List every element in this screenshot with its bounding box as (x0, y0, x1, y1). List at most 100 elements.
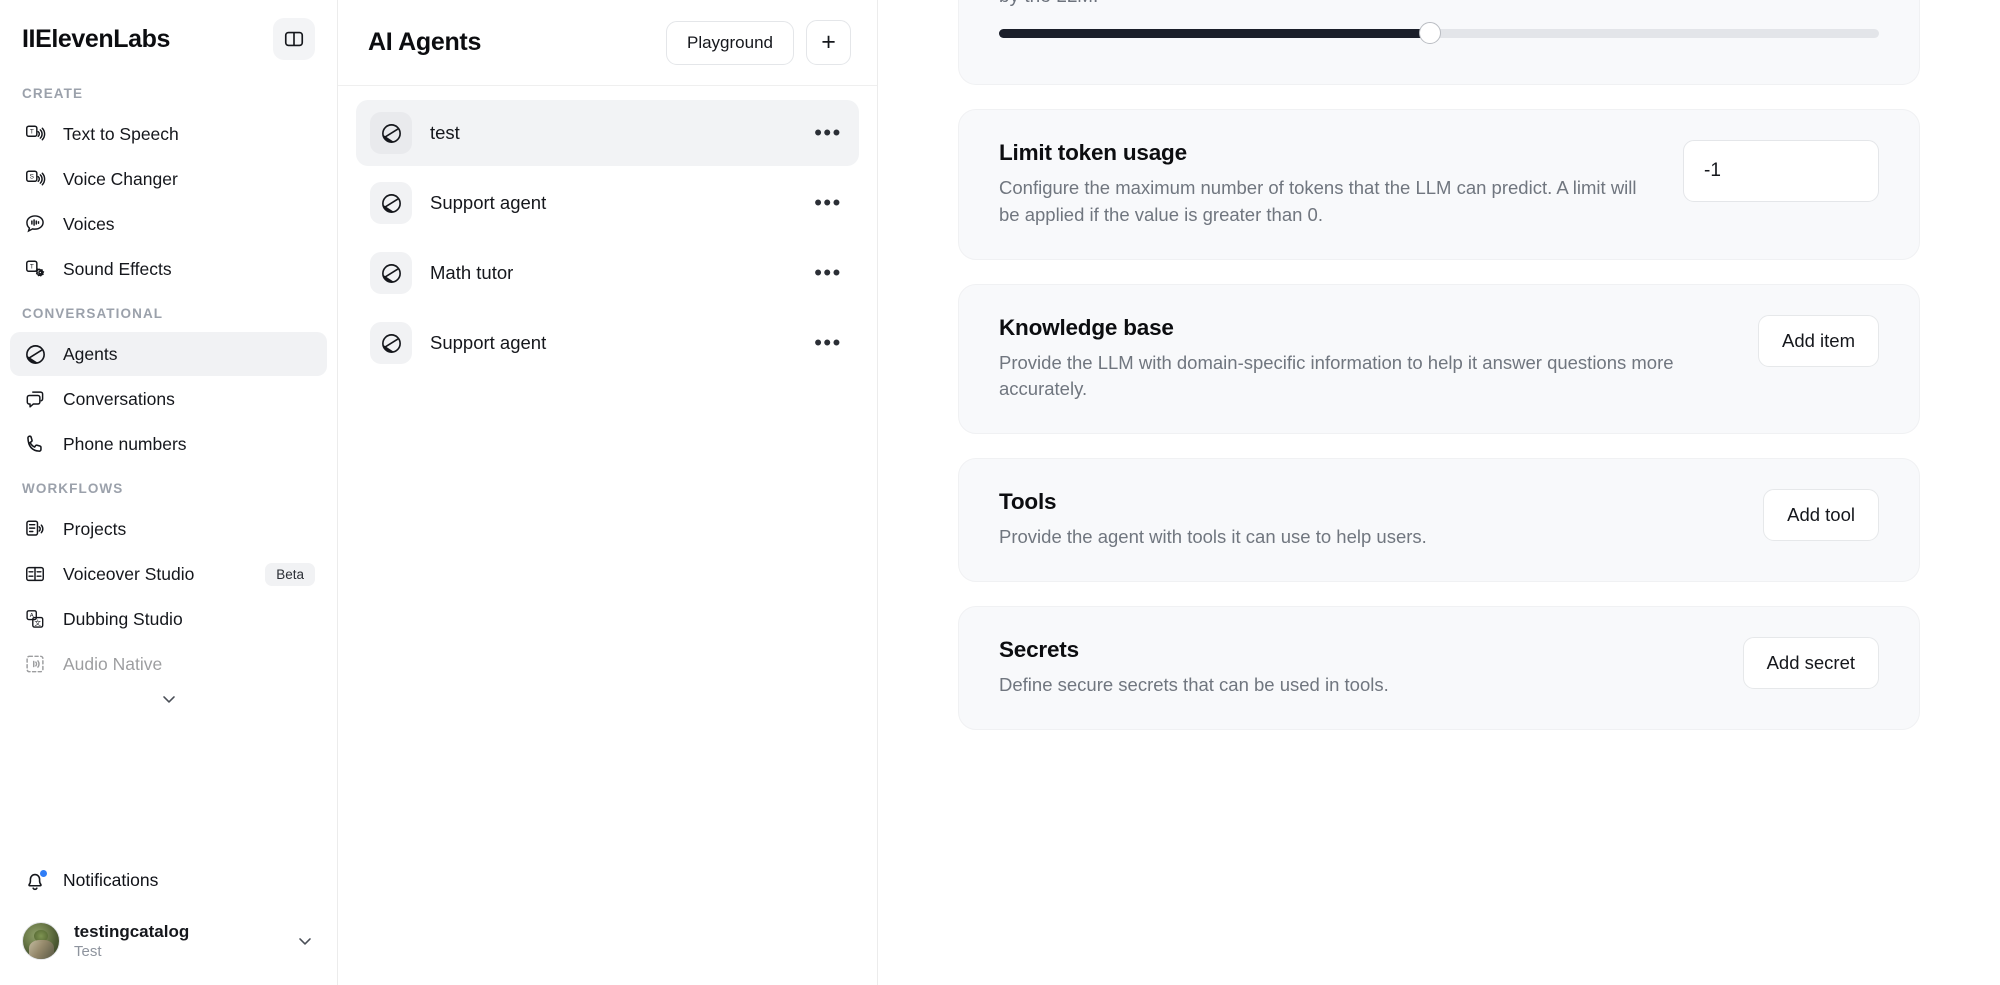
agent-settings-panel: by the LLM. Limit token usage Configure … (878, 0, 2000, 985)
agent-list-item[interactable]: Math tutor ••• (356, 240, 859, 306)
agents-list: test ••• Support agent ••• (338, 86, 877, 376)
agent-options-icon[interactable]: ••• (811, 118, 845, 148)
panel-toggle-button[interactable] (273, 18, 315, 60)
sidebar-item-voice-changer[interactable]: S Voice Changer (10, 157, 327, 201)
agent-options-icon[interactable]: ••• (811, 328, 845, 358)
token-limit-input[interactable] (1683, 140, 1879, 202)
notification-unread-dot (39, 869, 48, 878)
settings-card-scrolled: by the LLM. (958, 0, 1920, 85)
agents-panel-header: AI Agents Playground + (338, 0, 877, 86)
svg-text:S: S (30, 173, 34, 180)
agent-list-item[interactable]: test ••• (356, 100, 859, 166)
card-title: Tools (999, 489, 1723, 515)
agent-circle-icon (370, 252, 412, 294)
agent-name: Math tutor (430, 262, 513, 284)
add-secret-button[interactable]: Add secret (1743, 637, 1879, 689)
sidebar-item-label: Audio Native (63, 654, 162, 675)
settings-card-secrets: Secrets Define secure secrets that can b… (958, 606, 1920, 730)
card-description: Provide the agent with tools it can use … (999, 524, 1723, 551)
settings-card-limit-token-usage: Limit token usage Configure the maximum … (958, 109, 1920, 260)
app-root: IIElevenLabs CREATE T (0, 0, 2000, 985)
sidebar-item-dubbing-studio[interactable]: A 文 Dubbing Studio (10, 597, 327, 641)
card-description: Define secure secrets that can be used i… (999, 672, 1703, 699)
sidebar-item-agents[interactable]: Agents (10, 332, 327, 376)
agent-list-item[interactable]: Support agent ••• (356, 170, 859, 236)
add-tool-button[interactable]: Add tool (1763, 489, 1879, 541)
sidebar-item-voiceover-studio[interactable]: Voiceover Studio Beta (10, 552, 327, 596)
agent-name: Support agent (430, 192, 546, 214)
agent-circle-icon (370, 112, 412, 154)
sidebar-scroll-fade (0, 796, 336, 854)
agent-options-icon[interactable]: ••• (811, 258, 845, 288)
slider-track[interactable] (999, 29, 1879, 38)
agents-panel: AI Agents Playground + test ••• (338, 0, 878, 985)
sidebar-item-label: Phone numbers (63, 434, 187, 455)
agent-options-icon[interactable]: ••• (811, 188, 845, 218)
user-meta: testingcatalog Test (74, 922, 189, 961)
card-control: Add secret (1743, 637, 1879, 689)
card-control (1683, 140, 1879, 202)
agent-name: Support agent (430, 332, 546, 354)
card-text: Tools Provide the agent with tools it ca… (999, 489, 1723, 551)
agent-circle-icon (370, 182, 412, 224)
sidebar-item-label: Text to Speech (63, 124, 179, 145)
settings-card-knowledge-base: Knowledge base Provide the LLM with doma… (958, 284, 1920, 435)
sidebar-item-phone-numbers[interactable]: Phone numbers (10, 422, 327, 466)
sidebar-header: IIElevenLabs (0, 0, 337, 66)
sidebar-item-projects[interactable]: Projects (10, 507, 327, 551)
card-control: Add item (1758, 315, 1879, 367)
chevron-down-icon (159, 689, 179, 709)
card-control: Add tool (1763, 489, 1879, 541)
user-workspace: Test (74, 943, 189, 961)
card-text: Secrets Define secure secrets that can b… (999, 637, 1703, 699)
svg-text:文: 文 (35, 618, 42, 627)
notifications-label: Notifications (63, 870, 158, 891)
slider-thumb[interactable] (1419, 22, 1441, 44)
add-agent-button[interactable]: + (806, 20, 851, 65)
sidebar-item-label: Agents (63, 344, 117, 365)
sidebar-expand-button[interactable] (0, 687, 337, 715)
card-description: Configure the maximum number of tokens t… (999, 175, 1643, 229)
llm-slider[interactable] (999, 28, 1879, 54)
voices-icon (22, 211, 48, 237)
agent-name: test (430, 122, 460, 144)
sidebar-group-label-create: CREATE (0, 72, 337, 111)
conversations-icon (22, 386, 48, 412)
agent-circle-icon (22, 341, 48, 367)
agent-list-item[interactable]: Support agent ••• (356, 310, 859, 376)
sidebar-item-audio-native[interactable]: Audio Native (10, 642, 327, 686)
sidebar-group-label-workflows: WORKFLOWS (0, 467, 337, 506)
sidebar-item-voices[interactable]: Voices (10, 202, 327, 246)
svg-text:T: T (30, 128, 34, 135)
sidebar: IIElevenLabs CREATE T (0, 0, 338, 985)
settings-card-tools: Tools Provide the agent with tools it ca… (958, 458, 1920, 582)
user-name: testingcatalog (74, 922, 189, 943)
page-title: AI Agents (368, 28, 481, 57)
notifications-button[interactable]: Notifications (10, 858, 327, 904)
sidebar-footer: Notifications testingcatalog Test (0, 854, 337, 985)
sidebar-item-conversations[interactable]: Conversations (10, 377, 327, 421)
audio-native-icon (22, 651, 48, 677)
add-item-button[interactable]: Add item (1758, 315, 1879, 367)
sidebar-item-label: Voiceover Studio (63, 564, 194, 585)
svg-text:T: T (30, 263, 34, 270)
sidebar-item-sound-effects[interactable]: T Sound Effects (10, 247, 327, 291)
sidebar-item-text-to-speech[interactable]: T Text to Speech (10, 112, 327, 156)
panel-layout-icon (283, 28, 305, 50)
card-text: Limit token usage Configure the maximum … (999, 140, 1643, 229)
agent-circle-icon (370, 322, 412, 364)
user-account-button[interactable]: testingcatalog Test (10, 914, 327, 969)
voice-changer-icon: S (22, 166, 48, 192)
sidebar-item-label: Projects (63, 519, 126, 540)
card-text: Knowledge base Provide the LLM with doma… (999, 315, 1718, 404)
dubbing-studio-icon: A 文 (22, 606, 48, 632)
sidebar-item-label: Voices (63, 214, 115, 235)
sidebar-scroll: CREATE T Text to Speech S (0, 66, 337, 854)
sidebar-item-label: Voice Changer (63, 169, 178, 190)
card-description: Provide the LLM with domain-specific inf… (999, 350, 1718, 404)
playground-button[interactable]: Playground (666, 21, 794, 65)
sound-effects-icon: T (22, 256, 48, 282)
brand-logo: IIElevenLabs (22, 25, 170, 54)
sidebar-group-label-conversational: CONVERSATIONAL (0, 292, 337, 331)
sidebar-item-label: Dubbing Studio (63, 609, 183, 630)
